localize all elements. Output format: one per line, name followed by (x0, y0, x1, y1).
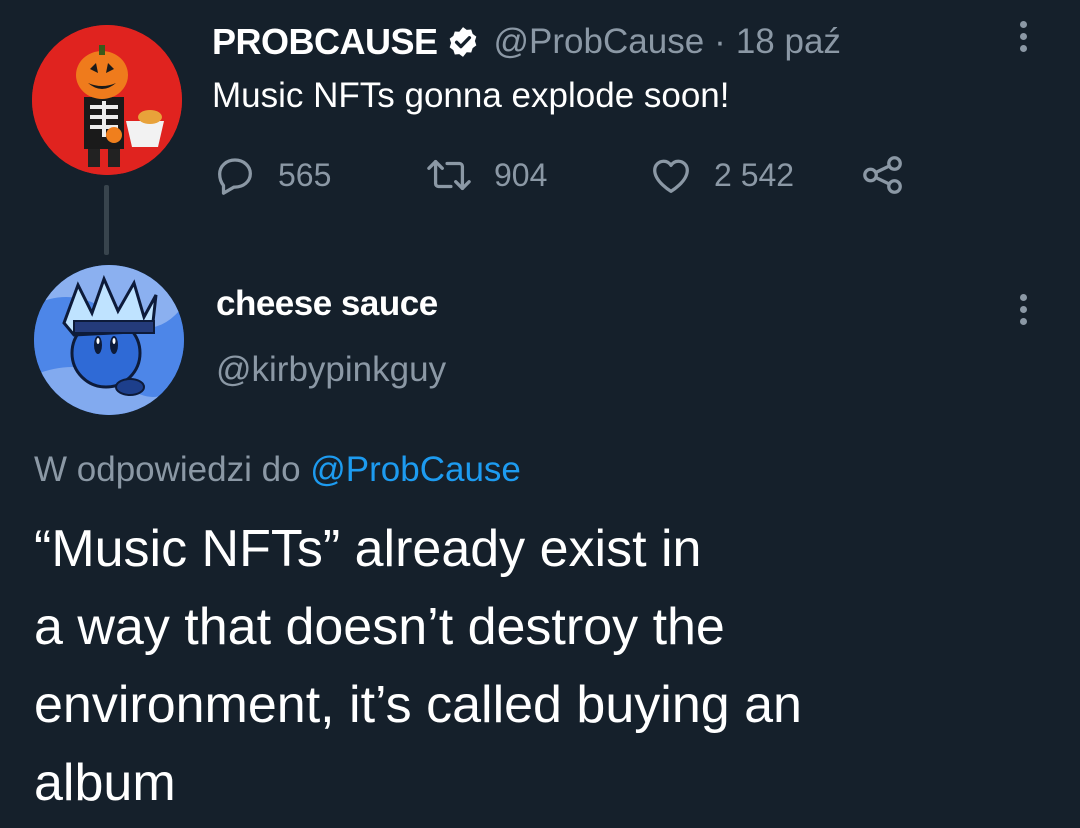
share-button[interactable] (860, 152, 906, 198)
reply-button[interactable]: 565 (212, 152, 331, 198)
tweet1-text: Music NFTs gonna explode soon! (212, 76, 730, 115)
tweet2-text-line: a way that doesn’t destroy the (34, 598, 725, 656)
share-icon (863, 156, 902, 194)
tweet1-date[interactable]: 18 paź (736, 22, 841, 62)
tweet1-more-options-icon[interactable] (1017, 21, 1029, 52)
reply-to-handle-link[interactable]: @ProbCause (310, 450, 521, 489)
tweet2-display-name[interactable]: cheese sauce (216, 284, 438, 324)
like-count: 2 542 (714, 156, 795, 193)
tweet1-handle[interactable]: @ProbCause (494, 22, 705, 62)
like-button[interactable]: 2 542 (648, 152, 794, 198)
blue-kirby-avatar-image (34, 265, 184, 415)
tweet2-text-line: environment, it’s called buying an (34, 676, 802, 734)
tweet2-text: “Music NFTs” already exist in a way that… (34, 510, 1044, 822)
reply-prefix-label: W odpowiedzi do (34, 450, 311, 489)
retweet-count: 904 (494, 156, 548, 193)
tweet2-text-line: “Music NFTs” already exist in (34, 520, 702, 578)
tweet1-header: PROBCAUSE @ProbCause · 18 paź (212, 16, 841, 68)
tweet1-separator: · (714, 22, 726, 61)
avatar-cheese-sauce[interactable] (34, 265, 184, 415)
tweet2-more-options-icon[interactable] (1017, 294, 1029, 325)
thread-connector-line (104, 185, 109, 255)
reply-icon (218, 158, 252, 195)
avatar-probcause[interactable] (32, 25, 182, 175)
reply-context: W odpowiedzi do @ProbCause (34, 450, 521, 490)
retweet-button[interactable]: 904 (424, 152, 547, 198)
verified-badge-icon (446, 25, 480, 59)
tweet1-display-name[interactable]: PROBCAUSE (212, 21, 438, 63)
pumpkin-skeleton-avatar-image (32, 25, 182, 175)
reply-count: 565 (278, 156, 332, 193)
tweet2-handle[interactable]: @kirbypinkguy (216, 350, 446, 390)
tweet2-text-line: album (34, 754, 176, 812)
heart-icon (653, 159, 689, 193)
retweet-icon (427, 159, 471, 191)
